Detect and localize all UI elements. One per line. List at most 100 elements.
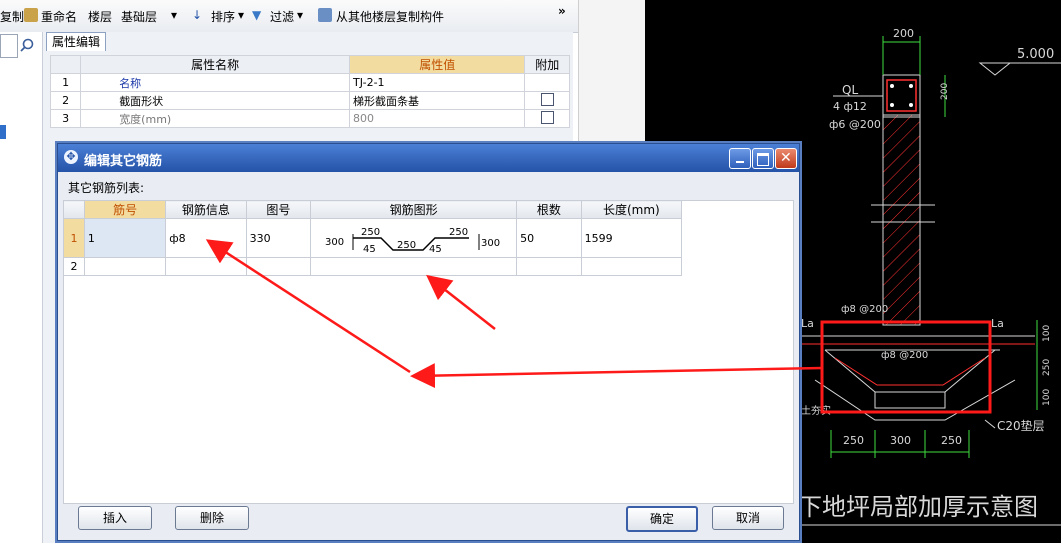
right-dim-label: 100 bbox=[1042, 325, 1052, 342]
chevron-down-icon: ▾ bbox=[297, 8, 304, 22]
column-header[interactable]: 筋号 bbox=[83, 200, 167, 219]
sort-button[interactable]: 排序 bbox=[211, 8, 235, 25]
left-panel bbox=[0, 32, 43, 543]
right-dim-label: 250 bbox=[1042, 359, 1052, 376]
column-header[interactable]: 钢筋信息 bbox=[165, 200, 247, 219]
close-button[interactable]: ✕ bbox=[775, 148, 797, 169]
row-number-header bbox=[49, 55, 82, 74]
column-header[interactable]: 钢筋图形 bbox=[310, 200, 518, 219]
tree-selection bbox=[0, 125, 6, 139]
property-name: 名称 bbox=[80, 73, 351, 92]
chevron-down-icon: ▾ bbox=[238, 8, 245, 22]
rebar-shape-cell[interactable]: 300 45 250 250 45 250 300 bbox=[310, 218, 518, 258]
maximize-button[interactable] bbox=[752, 148, 774, 169]
close-icon: ✕ bbox=[780, 150, 792, 166]
elevation-label: 5.000 bbox=[1017, 47, 1054, 62]
copy-button[interactable]: 复制 bbox=[0, 8, 24, 25]
floor-select[interactable]: 基础层 bbox=[121, 8, 157, 25]
filter-button[interactable]: 过滤 bbox=[270, 8, 294, 25]
c20-label: C20垫层 bbox=[997, 418, 1045, 433]
rebar-grid: 筋号 钢筋信息 图号 钢筋图形 根数 长度(mm) 1 1 ф8 330 300… bbox=[63, 200, 683, 276]
delete-button[interactable]: 删除 bbox=[175, 506, 249, 530]
la-right-label: La bbox=[991, 317, 1004, 330]
addon-checkbox[interactable] bbox=[540, 110, 554, 124]
shape-dim: 250 bbox=[449, 227, 468, 238]
bar-label-2: ф8 @200 bbox=[881, 350, 928, 361]
bottom-dim-label: 250 bbox=[843, 434, 864, 447]
table-row[interactable]: 1 1 ф8 330 300 45 250 250 45 250 300 50 bbox=[63, 218, 683, 258]
rebar-shape: 300 45 250 250 45 250 300 bbox=[325, 227, 500, 255]
search-icon[interactable] bbox=[20, 38, 34, 52]
property-name: 截面形状 bbox=[80, 91, 351, 110]
cad-caption: 下地坪局部加厚示意图 bbox=[798, 493, 1038, 521]
column-header[interactable]: 图号 bbox=[245, 200, 312, 219]
shape-dim: 45 bbox=[363, 244, 376, 255]
filter-icon: ▼ bbox=[252, 8, 262, 22]
dialog-titlebar[interactable]: ✥ 编辑其它钢筋 ✕ bbox=[58, 144, 799, 172]
search-input[interactable] bbox=[0, 34, 18, 58]
column-header: 附加 bbox=[524, 55, 570, 74]
toolbar-overflow[interactable]: » bbox=[558, 4, 566, 18]
property-value[interactable]: 梯形截面条基 bbox=[349, 91, 526, 110]
copy-from-floor-button[interactable]: 从其他楼层复制构件 bbox=[336, 8, 444, 25]
column-header[interactable]: 长度(mm) bbox=[580, 200, 683, 219]
app-icon: ✥ bbox=[64, 150, 78, 164]
property-value[interactable]: 800 bbox=[349, 109, 526, 128]
rename-button[interactable]: 重命名 bbox=[41, 8, 77, 25]
shape-dim: 45 bbox=[429, 244, 442, 255]
bottom-dim-label: 300 bbox=[890, 434, 911, 447]
cancel-button[interactable]: 取消 bbox=[712, 506, 784, 530]
rebar-shape-cell[interactable] bbox=[310, 257, 518, 276]
table-row[interactable]: 2 截面形状 梯形截面条基 bbox=[49, 91, 570, 110]
shape-dim: 250 bbox=[397, 240, 416, 251]
addon-cell bbox=[524, 73, 570, 92]
bar-number-cell[interactable]: 1 bbox=[83, 218, 167, 258]
property-value[interactable]: TJ-2-1 bbox=[349, 73, 526, 92]
count-cell[interactable]: 50 bbox=[516, 218, 582, 258]
bottom-dim-label: 250 bbox=[941, 434, 962, 447]
rebar-list-label: 其它钢筋列表: bbox=[68, 181, 145, 195]
right-dim-label: 100 bbox=[1042, 389, 1052, 406]
sort-icon: ↓ bbox=[192, 8, 203, 22]
rebar-info-cell[interactable] bbox=[165, 257, 247, 276]
row-number: 1 bbox=[49, 73, 82, 92]
copy-from-floor-icon bbox=[318, 8, 332, 22]
shape-dim: 300 bbox=[325, 237, 344, 248]
length-cell[interactable] bbox=[580, 257, 683, 276]
table-row[interactable]: 2 bbox=[63, 257, 683, 276]
floor-label: 楼层 bbox=[88, 10, 113, 24]
ql-stirrup-label: ф6 @200 bbox=[829, 118, 881, 131]
rename-icon bbox=[24, 8, 38, 22]
insert-button[interactable]: 插入 bbox=[78, 506, 152, 530]
column-header[interactable]: 根数 bbox=[516, 200, 582, 219]
la-left-label: La bbox=[801, 317, 814, 330]
dim-top-label: 200 bbox=[893, 27, 914, 40]
rebar-info-cell[interactable]: ф8 bbox=[165, 218, 247, 258]
figure-number-cell[interactable]: 330 bbox=[245, 218, 312, 258]
addon-checkbox[interactable] bbox=[540, 92, 554, 106]
count-cell[interactable] bbox=[516, 257, 582, 276]
soil-label: 土夯实 bbox=[801, 404, 831, 417]
toolbar: 复制 重命名 楼层 基础层 ▾ ↓ 排序 ▾ ▼ 过滤 ▾ 从其他楼层复制构件 … bbox=[0, 0, 580, 33]
row-number: 2 bbox=[49, 91, 82, 110]
figure-number-cell[interactable] bbox=[245, 257, 312, 276]
row-number-header bbox=[63, 200, 85, 219]
dim-side-label: 200 bbox=[940, 83, 950, 100]
shape-dim: 250 bbox=[361, 227, 380, 238]
ok-button[interactable]: 确定 bbox=[626, 506, 698, 532]
bar-label-1: ф8 @200 bbox=[841, 304, 888, 315]
ql-bars-label: 4 ф12 bbox=[833, 100, 867, 113]
row-number: 1 bbox=[63, 218, 85, 258]
property-name: 宽度(mm) bbox=[80, 109, 351, 128]
row-number: 2 bbox=[63, 257, 85, 276]
table-row[interactable]: 3 宽度(mm) 800 bbox=[49, 109, 570, 128]
table-row[interactable]: 1 名称 TJ-2-1 bbox=[49, 73, 570, 92]
shape-dim: 300 bbox=[481, 238, 500, 249]
length-cell[interactable]: 1599 bbox=[580, 218, 683, 258]
minimize-button[interactable] bbox=[729, 148, 751, 169]
edit-other-rebar-dialog: ✥ 编辑其它钢筋 ✕ 其它钢筋列表: 筋号 钢筋信息 图号 钢筋图形 根数 长度… bbox=[57, 143, 800, 541]
chevron-down-icon[interactable]: ▾ bbox=[171, 8, 177, 22]
tab-property-edit[interactable]: 属性编辑 bbox=[46, 32, 106, 51]
bar-number-cell[interactable] bbox=[83, 257, 167, 276]
dialog-title: 编辑其它钢筋 bbox=[84, 154, 163, 169]
